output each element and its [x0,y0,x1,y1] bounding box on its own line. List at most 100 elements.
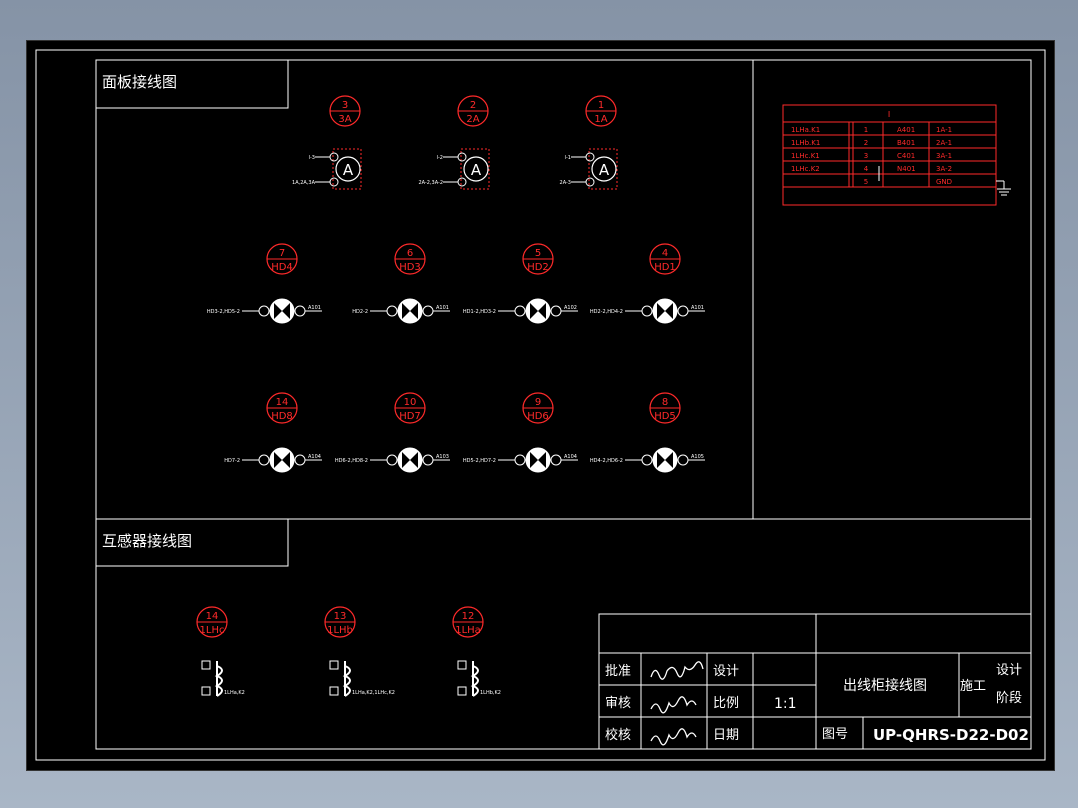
terminal-target: 3A-1 [936,152,952,160]
terminal-1 [329,152,339,162]
tag-number: 2 [470,100,476,111]
design-label: 设计 [713,664,739,679]
ammeter-wire2: 1A,2A,3A [292,180,316,186]
lamp-terminal-2 [641,454,653,466]
ct-terminal-bottom [329,686,339,696]
stage-label-2: 阶段 [996,691,1022,706]
lamp-left-label: HD1-2,HD3-2 [463,309,496,315]
indicator-lamp-HD8: 14HD8HD7-2A104 [224,392,322,473]
current-transformer-1LHb: 13 1LHb 1LHa,K2,1LHc,K2 [324,606,395,697]
device-tag: 5HD2 [522,243,554,275]
terminal-target: GND [936,178,952,186]
lamp-left-label: HD6-2,HD8-2 [335,458,368,464]
ct-label: 1LHa,K2,1LHc,K2 [352,690,395,696]
ammeter-3A: 33A A I-3 1A,2A,3A [292,95,362,190]
terminal-device: 1LHc.K2 [791,165,820,173]
current-transformer-1LHc: 14 1LHc 1LHa,K2 [196,606,245,697]
terminal-number: 5 [864,178,868,186]
lamp-left-label: HD3-2,HD5-2 [207,309,240,315]
indicator-lamp-HD4: 7HD4 HD3-2,HD5-2 A101 [207,243,322,324]
signature-images [650,661,704,746]
ct-label: 1LHb,K2 [480,690,501,696]
indicator-lamp-HD6: 9HD6HD5-2,HD7-2A104 [463,392,578,473]
terminal-1 [457,152,467,162]
current-transformer-1LHa: 12 1LHa 1LHb,K2 [452,606,501,697]
tag-code: HD7 [399,411,421,422]
tag-code: HD8 [271,411,293,422]
terminal-device: 1LHc.K1 [791,152,820,160]
tag-code: HD1 [654,262,676,273]
lamp-right-label: A104 [308,454,321,460]
device-tag: 22A [457,95,489,127]
lamp-terminal-1 [677,454,689,466]
lamp-right-label: A101 [691,305,704,311]
terminal-number: 3 [864,152,868,160]
ct-terminal-top [201,660,211,670]
lamp-right-label: A101 [308,305,321,311]
drawing-canvas[interactable]: 面板接线图 互感器接线图 33AAI-31A,2A,3A22AAI-22A-2,… [27,41,1054,770]
lamp-right-label: A101 [436,305,449,311]
ammeter-letter: A [343,161,354,179]
device-tag: 8HD5 [649,392,681,424]
tag-number: 6 [407,248,413,259]
indicator-lamp-HD2: 5HD2HD1-2,HD3-2A102 [463,243,578,324]
review-label: 审核 [605,696,631,711]
lamp-terminal-2 [258,454,270,466]
terminal-target: 2A-1 [936,139,952,147]
tag-number: 9 [535,397,541,408]
terminal-device: 1LHa.K1 [791,126,820,134]
tag-number: 13 [334,611,347,622]
cad-viewport[interactable]: 面板接线图 互感器接线图 3 3A A I-3 1A,2A,3A 2 2A A I-2 2A-2,… [26,40,1055,771]
lamp-terminal-1 [677,305,689,317]
date-label: 日期 [713,728,739,743]
ct-coil [342,661,351,697]
lamp-right-label: A103 [436,454,449,460]
ammeter-2A: 22AAI-22A-2,3A-2 [418,95,490,190]
lamp-terminal-1 [294,454,306,466]
terminal-header: I [888,110,890,119]
lamp-terminal-1 [550,454,562,466]
indicator-lamp-HD3: 6HD3HD2-2A101 [352,243,450,324]
ammeter-wire1: I-3 [309,155,315,161]
ammeter-wire1: I-2 [437,155,443,161]
indicator-lamp-HD7: 10HD7HD6-2,HD8-2A103 [335,392,450,473]
device-tag: 7HD4 [266,243,298,275]
lamp-left-label: HD2-2,HD4-2 [590,309,623,315]
lamp-right-label: A105 [691,454,704,460]
tag-code: 1LHa [455,625,481,636]
terminal-wire: N401 [897,165,916,173]
tag-number: 5 [535,248,541,259]
tag-code: HD6 [527,411,549,422]
tag-number: 4 [662,248,668,259]
ammeter-letter: A [599,161,610,179]
lamp-group: 7HD4HD3-2,HD5-2A1016HD3HD2-2A1015HD2HD1-… [207,243,705,473]
scale-label: 比例 [713,696,739,711]
tag-number: 8 [662,397,668,408]
lamp-terminal-2 [386,305,398,317]
device-tag: 13 1LHb [324,606,356,638]
device-tag: 6HD3 [394,243,426,275]
ct-section-title: 互感器接线图 [102,532,192,550]
lamp-terminal-2 [514,454,526,466]
terminal-2 [329,177,339,187]
stage-value: 施工 [960,679,986,694]
current-transformer-group: 14 1LHc 1LHa,K2 13 1LHb 1LHa,K2,1LHc,K2 12 1LHa… [196,606,501,697]
terminal-2 [457,177,467,187]
check-label: 校核 [605,727,631,743]
inner-frame [95,59,1032,750]
ct-terminal-bottom [457,686,467,696]
lamp-terminal-2 [641,305,653,317]
lamp-left-label: HD5-2,HD7-2 [463,458,496,464]
panel-section-title: 面板接线图 [102,73,177,91]
tag-code: 2A [466,114,479,125]
terminal-block: I 1LHa.K1 1 A401 1A-1 1LHb.K1 2 B401 2A-1 1LHc.K1… [782,104,1011,206]
tag-number: 3 [342,100,348,111]
ct-terminal-top [329,660,339,670]
approve-label: 批准 [605,664,631,679]
device-tag: 33A [329,95,361,127]
tag-code: HD3 [399,262,421,273]
terminal-number: 4 [864,165,869,173]
tag-code: HD2 [527,262,549,273]
terminal-number: 2 [864,139,868,147]
indicator-lamp-HD5: 8HD5HD4-2,HD6-2A105 [590,392,705,473]
